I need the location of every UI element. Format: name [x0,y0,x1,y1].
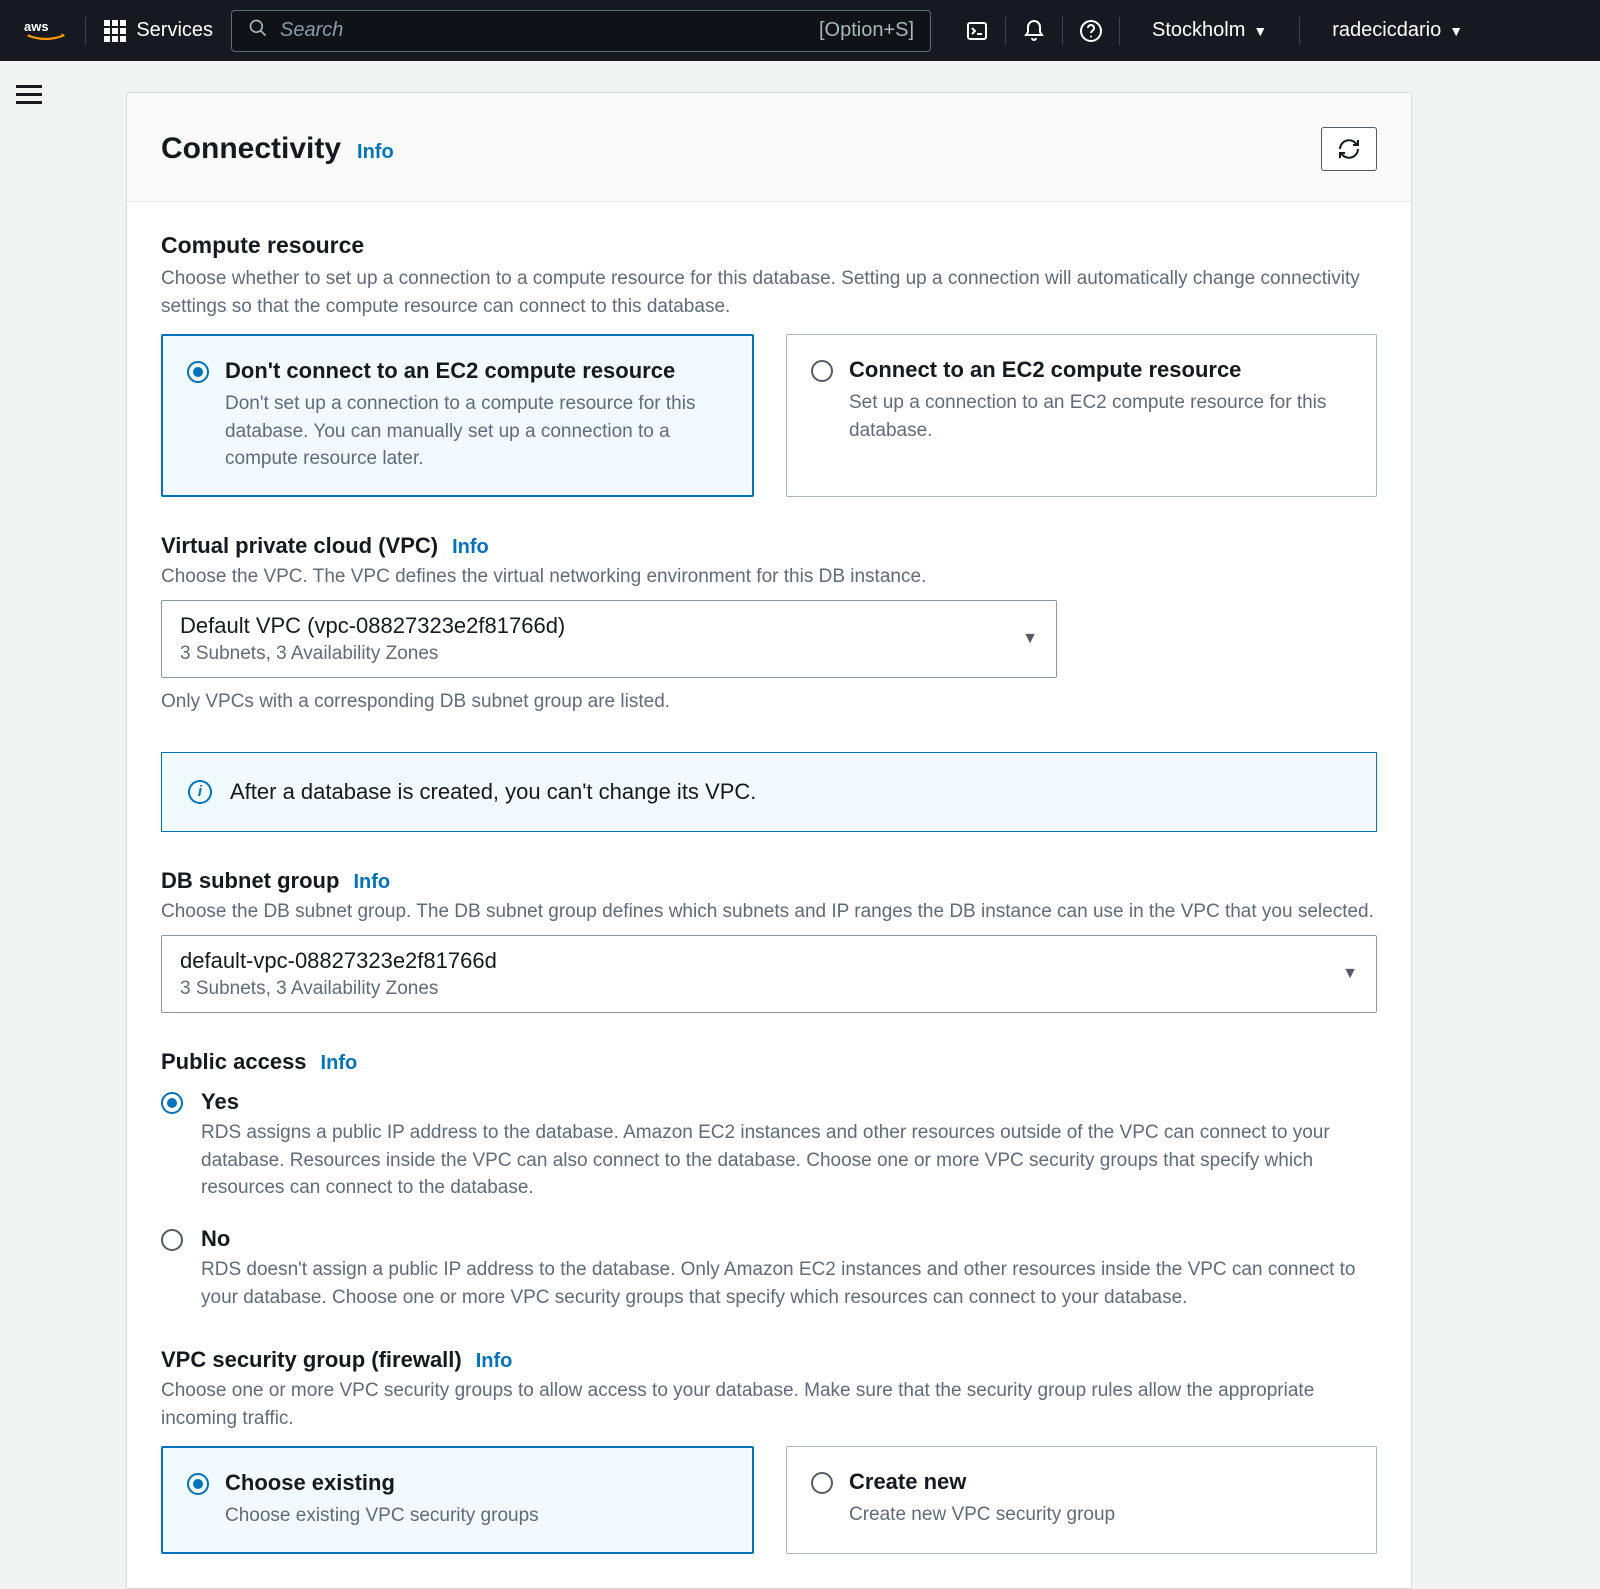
public-info-link[interactable]: Info [321,1052,358,1075]
vpc-desc: Choose the VPC. The VPC defines the virt… [161,563,1377,591]
search-input[interactable] [280,19,807,42]
sg-label: VPC security group (firewall) [161,1347,462,1373]
svg-text:aws: aws [24,19,49,34]
compute-option-connect-ec2[interactable]: Connect to an EC2 compute resource Set u… [786,334,1377,497]
notifications-icon[interactable] [1006,11,1062,51]
subnet-select-value: default-vpc-08827323e2f81766d [180,948,497,974]
services-label: Services [136,19,213,42]
top-nav: aws Services [Option+S] Stockholm ▼ rade… [0,0,1600,61]
vpc-select[interactable]: Default VPC (vpc-08827323e2f81766d) 3 Su… [161,600,1057,678]
compute-resource-section: Compute resource Choose whether to set u… [161,232,1377,497]
sg-option-create-new[interactable]: Create new Create new VPC security group [786,1446,1377,1554]
chevron-down-icon: ▼ [1449,23,1463,39]
vpc-label: Virtual private cloud (VPC) [161,533,438,559]
hamburger-icon [16,85,42,104]
sg-option-choose-existing[interactable]: Choose existing Choose existing VPC secu… [161,1446,754,1554]
chevron-down-icon: ▼ [1253,23,1267,39]
option-desc: RDS doesn't assign a public IP address t… [201,1256,1377,1311]
sidebar-toggle[interactable] [16,85,42,104]
tile-desc: Don't set up a connection to a compute r… [225,390,728,473]
option-desc: RDS assigns a public IP address to the d… [201,1119,1377,1202]
search-icon [248,18,268,43]
option-label: Yes [201,1089,1377,1115]
compute-desc: Choose whether to set up a connection to… [161,265,1377,320]
tile-desc: Create new VPC security group [849,1501,1352,1529]
radio-icon [811,1472,833,1494]
compute-option-dont-connect[interactable]: Don't connect to an EC2 compute resource… [161,334,754,497]
search-shortcut-hint: [Option+S] [819,19,914,42]
compute-title: Compute resource [161,232,1377,259]
subnet-select-sub: 3 Subnets, 3 Availability Zones [180,978,497,1000]
vpc-select-sub: 3 Subnets, 3 Availability Zones [180,643,565,665]
refresh-icon [1337,137,1361,161]
subnet-desc: Choose the DB subnet group. The DB subne… [161,898,1377,926]
public-label: Public access [161,1049,307,1075]
account-menu[interactable]: radecicdario ▼ [1318,19,1477,42]
vpc-warning-text: After a database is created, you can't c… [230,779,756,805]
user-name: radecicdario [1332,19,1441,42]
vpc-helper: Only VPCs with a corresponding DB subnet… [161,688,1377,716]
chevron-down-icon: ▼ [1342,965,1358,983]
region-name: Stockholm [1152,19,1245,42]
divider [1299,17,1300,45]
radio-icon [187,361,209,383]
topbar-actions [949,11,1120,51]
public-access-section: Public access Info Yes RDS assigns a pub… [161,1049,1377,1311]
panel-header: Connectivity Info [127,93,1411,202]
help-icon[interactable] [1063,11,1119,51]
tile-title: Don't connect to an EC2 compute resource [225,358,728,384]
tile-title: Create new [849,1469,1352,1495]
refresh-button[interactable] [1321,127,1377,171]
security-group-section: VPC security group (firewall) Info Choos… [161,1347,1377,1554]
cloudshell-icon[interactable] [949,11,1005,51]
option-label: No [201,1226,1377,1252]
chevron-down-icon: ▼ [1022,630,1038,648]
info-icon: i [188,780,212,804]
tile-desc: Set up a connection to an EC2 compute re… [849,389,1352,444]
radio-icon [811,360,833,382]
connectivity-panel: Connectivity Info Compute resource Choos… [126,92,1412,1589]
divider [1119,17,1120,45]
subnet-info-link[interactable]: Info [353,871,390,894]
tile-desc: Choose existing VPC security groups [225,1502,728,1530]
vpc-warning-banner: i After a database is created, you can't… [161,752,1377,832]
global-search[interactable]: [Option+S] [231,10,931,52]
subnet-group-section: DB subnet group Info Choose the DB subne… [161,868,1377,1014]
public-access-yes[interactable]: Yes RDS assigns a public IP address to t… [161,1089,1377,1202]
vpc-select-value: Default VPC (vpc-08827323e2f81766d) [180,613,565,639]
region-selector[interactable]: Stockholm ▼ [1138,19,1281,42]
services-grid-icon [104,20,126,42]
radio-icon [161,1092,183,1114]
radio-icon [187,1473,209,1495]
divider [85,17,86,45]
tile-title: Connect to an EC2 compute resource [849,357,1352,383]
radio-icon [161,1229,183,1251]
panel-title: Connectivity [161,132,341,166]
aws-logo[interactable]: aws [24,18,67,44]
tile-title: Choose existing [225,1470,728,1496]
services-menu[interactable]: Services [104,19,213,42]
subnet-select[interactable]: default-vpc-08827323e2f81766d 3 Subnets,… [161,935,1377,1013]
vpc-section: Virtual private cloud (VPC) Info Choose … [161,533,1377,716]
vpc-info-link[interactable]: Info [452,536,489,559]
sg-info-link[interactable]: Info [476,1350,513,1373]
public-access-no[interactable]: No RDS doesn't assign a public IP addres… [161,1226,1377,1311]
sg-desc: Choose one or more VPC security groups t… [161,1377,1377,1432]
panel-info-link[interactable]: Info [357,141,394,164]
subnet-label: DB subnet group [161,868,339,894]
